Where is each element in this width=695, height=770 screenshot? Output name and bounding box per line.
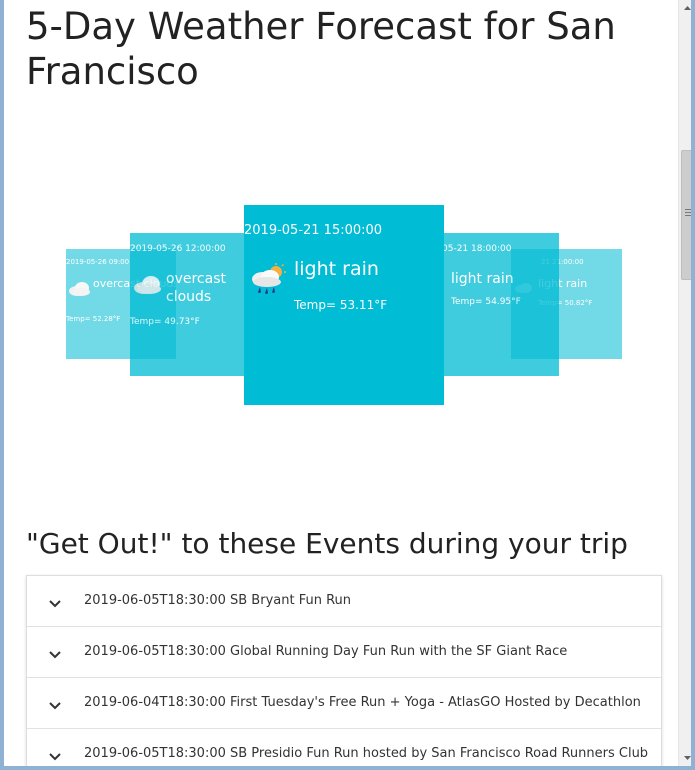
forecast-description: light rain <box>294 258 379 280</box>
chevron-down-icon[interactable] <box>49 595 61 608</box>
forecast-temp: Temp= 49.73°F <box>130 317 200 327</box>
cloud-icon <box>68 281 92 301</box>
browser-window: 5-Day Weather Forecast for San Francisco… <box>0 0 695 770</box>
page-title: 5-Day Weather Forecast for San Francisco <box>26 5 616 93</box>
forecast-temp: Temp= 54.95°F <box>451 297 521 307</box>
page-content: 5-Day Weather Forecast for San Francisco… <box>8 0 678 766</box>
chevron-down-icon[interactable] <box>49 646 61 659</box>
event-label: 2019-06-05T18:30:00 SB Presidio Fun Run … <box>84 746 649 761</box>
forecast-datetime: 05-21 18:00:00 <box>444 244 512 254</box>
scroll-up-arrow-icon[interactable] <box>679 0 691 17</box>
event-item[interactable]: 2019-06-05T18:30:00 SB Presidio Fun Run … <box>27 729 661 766</box>
scroll-down-arrow-icon[interactable] <box>679 749 691 766</box>
event-label: 2019-06-05T18:30:00 Global Running Day F… <box>84 644 568 659</box>
forecast-carousel[interactable]: 2019-05-26 09:00 overcast clouds Temp= 5… <box>8 200 678 410</box>
grip-icon <box>685 209 691 216</box>
event-item[interactable]: 2019-06-05T18:30:00 Global Running Day F… <box>27 627 661 678</box>
forecast-datetime: 2019-05-21 15:00:00 <box>244 223 383 238</box>
forecast-temp: Temp= 53.11°F <box>294 298 388 312</box>
chevron-down-icon[interactable] <box>49 697 61 710</box>
chevron-down-icon[interactable] <box>49 748 61 761</box>
event-label: 2019-06-05T18:30:00 SB Bryant Fun Run <box>84 593 352 608</box>
scrollbar-thumb[interactable] <box>681 150 691 280</box>
forecast-card-active[interactable]: 2019-05-21 15:00:00 light rain Temp= 53.… <box>244 205 444 405</box>
rain-cloud-sun-icon <box>249 263 289 301</box>
cloud-icon <box>133 275 163 299</box>
forecast-card[interactable]: 05-21 18:00:00 light rain Temp= 54.95°F <box>444 233 559 376</box>
forecast-temp: Temp= 52.28°F <box>66 315 121 323</box>
event-item[interactable]: 2019-06-04T18:30:00 First Tuesday's Free… <box>27 678 661 729</box>
vertical-scrollbar[interactable] <box>678 0 691 766</box>
forecast-description: overcast clouds <box>166 271 226 305</box>
forecast-datetime: 2019-05-26 12:00:00 <box>130 244 226 254</box>
forecast-card[interactable]: 2019-05-26 12:00:00 overcast clouds Temp… <box>130 233 245 376</box>
event-label: 2019-06-04T18:30:00 First Tuesday's Free… <box>84 695 641 710</box>
forecast-description: light rain <box>451 271 514 287</box>
forecast-datetime: 2019-05-26 09:00 <box>66 258 130 266</box>
event-item[interactable]: 2019-06-05T18:30:00 SB Bryant Fun Run <box>27 576 661 627</box>
events-accordion: 2019-06-05T18:30:00 SB Bryant Fun Run 20… <box>26 575 662 766</box>
events-heading: "Get Out!" to these Events during your t… <box>26 527 628 560</box>
